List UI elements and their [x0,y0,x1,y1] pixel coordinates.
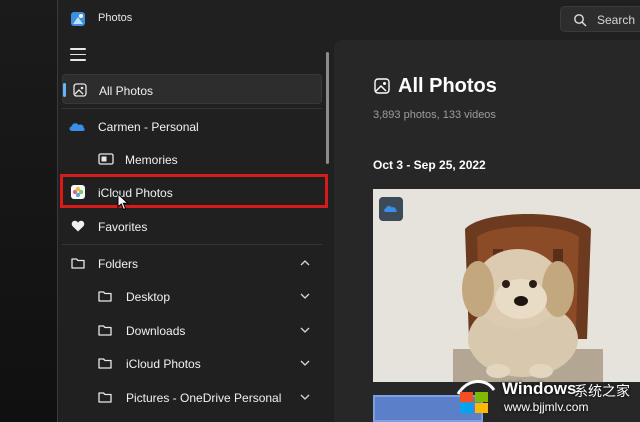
sidebar-item-desktop[interactable]: Desktop [62,281,322,311]
watermark-url: www.bjjmlv.com [504,400,589,414]
chevron-up-icon[interactable] [300,259,310,267]
folder-icon [98,392,112,403]
folder-icon [71,258,85,269]
memories-icon [98,153,114,165]
sidebar-item-label: Memories [125,153,178,167]
chevron-down-icon[interactable] [300,393,310,401]
photos-window: Photos Search All Photos Carmen - Person… [57,0,640,422]
divider [62,244,322,245]
sidebar-item-label: All Photos [99,84,154,98]
watermark: Windows 系统之家 www.bjjmlv.com [444,366,640,422]
chevron-down-icon[interactable] [300,326,310,334]
folder-icon [98,358,112,369]
sidebar-item-label: Downloads [126,324,186,338]
sidebar-item-all-photos[interactable]: All Photos [62,74,322,104]
sidebar-item-label: Pictures - OneDrive Personal [126,391,282,405]
windows-logo-icon [456,380,496,413]
page-title: All Photos [398,75,497,97]
sidebar-item-memories[interactable]: Memories [62,144,322,174]
title-bar: Photos Search [58,0,640,38]
sidebar-item-folders[interactable]: Folders [62,248,322,278]
onedrive-cloud-icon [69,123,85,131]
navigation-pane: All Photos Carmen - Personal Memories iC… [58,38,330,422]
search-label: Search [597,13,636,27]
cloud-sync-badge [379,197,403,221]
onedrive-cloud-icon [384,205,397,212]
mouse-cursor-icon [117,193,129,211]
highlight-annotation [60,174,328,208]
date-range-header: Oct 3 - Sep 25, 2022 [373,158,486,172]
sidebar-item-downloads[interactable]: Downloads [62,315,322,345]
selection-indicator [63,83,66,97]
sidebar-item-label: iCloud Photos [126,357,201,371]
search-icon [574,14,587,27]
main-content: All Photos 3,893 photos, 133 videos Oct … [334,40,640,422]
folder-icon [98,291,112,302]
sidebar-item-label: Desktop [126,290,171,304]
media-count: 3,893 photos, 133 videos [373,109,496,121]
sidebar-item-label: Favorites [98,220,148,234]
chevron-down-icon[interactable] [300,292,310,300]
watermark-brand: Windows [502,379,577,398]
sidebar-scrollbar[interactable] [326,52,329,164]
photos-app-icon [71,12,85,26]
desktop-background [0,0,57,422]
folder-icon [98,325,112,336]
photo-frame-icon [73,83,87,97]
chevron-down-icon[interactable] [300,359,310,367]
heart-icon [71,220,85,232]
sidebar-item-label: Folders [98,257,139,271]
divider [62,108,322,109]
search-box[interactable]: Search [560,6,640,32]
watermark-suffix: 系统之家 [574,383,630,399]
sidebar-item-pictures-onedrive[interactable]: Pictures - OneDrive Personal [62,382,322,412]
photo-frame-icon [374,78,390,94]
app-title: Photos [98,12,133,24]
sidebar-item-label: Carmen - Personal [98,120,199,134]
sidebar-item-carmen-personal[interactable]: Carmen - Personal [62,111,322,141]
hamburger-menu-icon[interactable] [70,48,86,62]
sidebar-item-icloud-photos-folder[interactable]: iCloud Photos [62,348,322,378]
dog-photo-image [373,189,640,382]
photo-thumbnail-dog[interactable] [373,189,640,382]
sidebar-item-favorites[interactable]: Favorites [62,211,322,241]
